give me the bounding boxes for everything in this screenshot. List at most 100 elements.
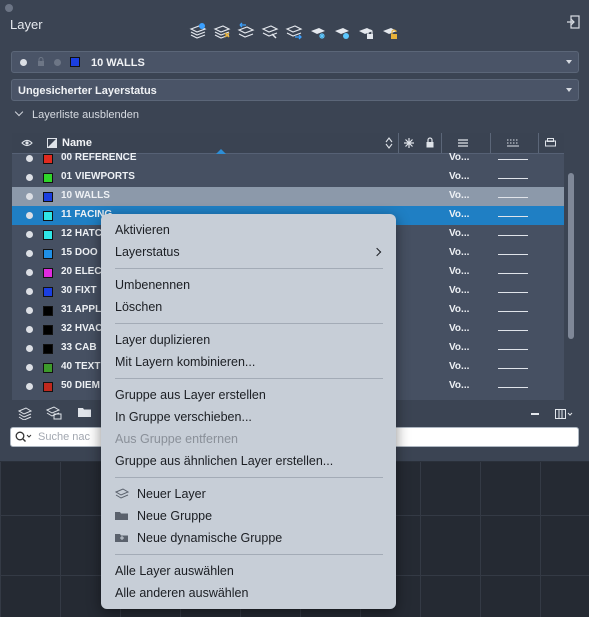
layer-linetype[interactable]: Vo... [449,209,469,220]
visibility-dot-icon[interactable] [26,231,33,238]
layer-row[interactable]: 00 REFERENCE Vo... [12,149,564,168]
menu-item-duplicate-layer[interactable]: Layer duplizieren [115,333,210,347]
layer-color-swatch[interactable] [43,363,53,373]
menu-item-move-to-group[interactable]: In Gruppe verschieben... [115,410,252,424]
layer-name: 01 VIEWPORTS [61,171,135,182]
visibility-column-eye-icon[interactable] [21,139,33,147]
layer-color-swatch[interactable] [43,154,53,164]
layer-color-swatch[interactable] [43,211,53,221]
visibility-dot-icon[interactable] [26,212,33,219]
sort-icon[interactable] [385,137,393,149]
layer-linetype[interactable]: Vo... [449,342,469,353]
collapse-palette-icon[interactable] [566,15,580,29]
layer-linetype[interactable]: Vo... [449,190,469,201]
layer-linetype[interactable]: Vo... [449,323,469,334]
layer-row[interactable]: 10 WALLS Vo... [12,187,564,206]
layer-off-icon[interactable] [333,22,351,40]
layer-color-swatch[interactable] [43,382,53,392]
new-layer-icon[interactable] [189,22,207,40]
current-layer-dropdown[interactable]: 10 WALLS [11,51,579,73]
visibility-dot-icon[interactable] [26,269,33,276]
columns-menu-icon[interactable] [555,409,573,419]
layer-state-dropdown[interactable]: Ungesicherter Layerstatus [11,79,579,101]
layer-linetype[interactable]: Vo... [449,152,469,163]
visibility-dot-icon[interactable] [26,193,33,200]
menu-item-group-from-similar[interactable]: Gruppe aus ähnlichen Layer erstellen... [115,454,333,468]
visibility-dot-icon[interactable] [26,288,33,295]
menu-item-group-from-layer[interactable]: Gruppe aus Layer erstellen [115,388,266,402]
layer-color-swatch[interactable] [43,268,53,278]
lineweight-sample[interactable] [498,178,528,179]
layer-color-swatch[interactable] [43,325,53,335]
lineweight-sample[interactable] [498,311,528,312]
layer-previous-icon[interactable] [237,22,255,40]
layer-linetype[interactable]: Vo... [449,361,469,372]
layer-color-swatch[interactable] [43,192,53,202]
lock-column-icon[interactable] [426,137,434,148]
menu-item-select-all-layers[interactable]: Alle Layer auswählen [115,564,234,578]
layer-color-swatch[interactable] [43,173,53,183]
layer-list-scrollbar[interactable] [568,173,574,339]
lineweight-sample[interactable] [498,387,528,388]
plot-column-icon[interactable] [545,138,556,148]
lineweight-sample[interactable] [498,349,528,350]
layer-name: 32 HVAC [61,323,103,334]
layer-color-swatch[interactable] [43,249,53,259]
layer-color-swatch[interactable] [43,344,53,354]
menu-item-new-dynamic-group[interactable]: Neue dynamische Gruppe [115,531,282,545]
color-column-icon[interactable] [47,138,57,148]
layer-color-swatch[interactable] [43,306,53,316]
visibility-dot-icon[interactable] [26,155,33,162]
menu-item-select-all-others[interactable]: Alle anderen auswählen [115,586,248,600]
layer-walk-icon[interactable] [285,22,303,40]
collapse-minus-icon[interactable] [531,413,539,415]
layer-linetype[interactable]: Vo... [449,171,469,182]
layer-linetype[interactable]: Vo... [449,380,469,391]
layer-match-icon[interactable] [261,22,279,40]
lineweight-sample[interactable] [498,216,528,217]
visibility-dot-icon[interactable] [26,307,33,314]
lineweight-sample[interactable] [498,254,528,255]
layer-color-swatch[interactable] [43,287,53,297]
lineweight-sample[interactable] [498,273,528,274]
delete-layer-icon[interactable] [213,22,231,40]
visibility-dot-icon[interactable] [26,174,33,181]
visibility-dot-icon[interactable] [26,383,33,390]
lineweight-column-icon[interactable] [507,139,519,147]
visibility-dot-icon[interactable] [26,326,33,333]
visibility-dot-icon[interactable] [26,345,33,352]
name-column-header[interactable]: Name [62,137,92,149]
new-group-icon[interactable] [46,405,62,420]
layer-linetype[interactable]: Vo... [449,228,469,239]
menu-item-delete[interactable]: Löschen [115,300,162,314]
menu-item-merge-layers[interactable]: Mit Layern kombinieren... [115,355,255,369]
folder-icon[interactable] [78,407,92,418]
lineweight-sample[interactable] [498,292,528,293]
menu-item-activate[interactable]: Aktivieren [115,223,170,237]
lineweight-sample[interactable] [498,197,528,198]
visibility-dot-icon[interactable] [26,250,33,257]
layer-linetype[interactable]: Vo... [449,266,469,277]
layer-linetype[interactable]: Vo... [449,304,469,315]
palette-grip[interactable] [5,4,13,12]
layer-color-swatch[interactable] [43,230,53,240]
menu-item-layer-state[interactable]: Layerstatus [115,245,180,259]
menu-item-new-layer[interactable]: Neuer Layer [115,487,206,501]
layer-lock-icon[interactable] [357,22,375,40]
hide-layer-list-toggle[interactable]: Layerliste ausblenden [14,107,139,121]
lineweight-sample[interactable] [498,368,528,369]
layer-linetype[interactable]: Vo... [449,247,469,258]
menu-item-new-group[interactable]: Neue Gruppe [115,509,212,523]
layer-unlock-icon[interactable] [381,22,399,40]
menu-item-rename[interactable]: Umbenennen [115,278,190,292]
lineweight-sample[interactable] [498,330,528,331]
layer-linetype[interactable]: Vo... [449,285,469,296]
linetype-column-icon[interactable] [458,139,468,147]
lineweight-sample[interactable] [498,235,528,236]
new-layer-icon[interactable] [18,406,32,420]
visibility-dot-icon[interactable] [26,364,33,371]
layer-row[interactable]: 01 VIEWPORTS Vo... [12,168,564,187]
lineweight-sample[interactable] [498,159,528,160]
freeze-column-icon[interactable] [404,138,414,148]
layer-freeze-icon[interactable] [309,22,327,40]
